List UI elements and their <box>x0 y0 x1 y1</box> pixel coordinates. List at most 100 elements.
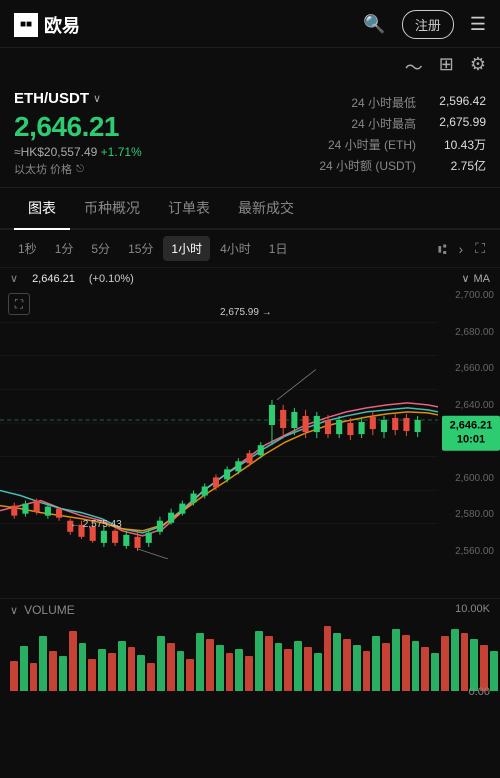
tf-15m[interactable]: 15分 <box>120 236 161 261</box>
tf-5m[interactable]: 5分 <box>83 236 118 261</box>
volume-bar <box>79 643 87 691</box>
indicator-icon[interactable]: ⑆ <box>433 237 451 261</box>
tab-chart[interactable]: 图表 <box>14 188 70 228</box>
tab-overview[interactable]: 币种概况 <box>70 188 154 228</box>
volume-bar <box>59 656 67 691</box>
stat-low-value: 2,596.42 <box>426 94 486 111</box>
y-label-8: 2,560.00 <box>438 547 494 557</box>
volume-bar <box>235 649 243 691</box>
volume-bar <box>490 651 498 691</box>
volume-bar <box>108 653 116 691</box>
tf-4h[interactable]: 4小时 <box>212 236 259 261</box>
volume-bar <box>98 649 106 691</box>
chart-area: ∨ 2,646.21 (+0.10%) ∨ MA ⛶ <box>0 268 500 598</box>
stat-row: 24 小时最高 2,675.99 <box>351 115 486 132</box>
volume-label: VOLUME <box>24 603 75 617</box>
stat-high-label: 24 小时最高 <box>351 115 416 132</box>
volume-bar <box>255 631 263 691</box>
volume-bar <box>314 653 322 691</box>
volume-bar <box>470 639 478 691</box>
volume-bar <box>304 647 312 691</box>
chart-info-row: ∨ 2,646.21 (+0.10%) ∨ MA <box>0 268 500 289</box>
sub-header: 〜 ⊞ ⚙ <box>0 48 500 86</box>
volume-chevron: ∨ <box>10 604 18 617</box>
volume-top-value: 10.00K <box>455 603 490 615</box>
volume-bar <box>333 633 341 691</box>
tab-orderbook[interactable]: 订单表 <box>154 188 224 228</box>
stats-panel: 24 小时最低 2,596.42 24 小时最高 2,675.99 24 小时量… <box>319 90 486 177</box>
volume-section: ∨ VOLUME 10.00K 0.00 <box>0 598 500 708</box>
volume-bar <box>137 655 145 691</box>
volume-bar <box>69 631 77 691</box>
pair-name: ETH/USDT <box>14 90 89 107</box>
volume-bar <box>412 641 420 691</box>
chart-current-price: 2,646.21 <box>32 273 75 285</box>
tf-1m[interactable]: 1分 <box>47 236 82 261</box>
y-label-1: 2,700.00 <box>438 291 494 301</box>
stat-high-value: 2,675.99 <box>426 115 486 132</box>
chart-main: ⛶ <box>0 289 438 559</box>
volume-bar <box>421 647 429 691</box>
search-icon[interactable]: 🔍 <box>363 14 385 35</box>
volume-bar <box>20 646 28 691</box>
external-link-icon[interactable]: ⎋ <box>76 164 84 175</box>
tf-1s[interactable]: 1秒 <box>10 236 45 261</box>
current-price-tag: 2,646.21 10:01 <box>442 416 500 451</box>
tabs-bar: 图表 币种概况 订单表 最新成交 <box>0 188 500 230</box>
tab-trades[interactable]: 最新成交 <box>224 188 308 228</box>
y-axis: 2,700.00 2,680.00 2,660.00 2,646.21 10:0… <box>438 289 500 559</box>
candlestick-chart <box>0 289 438 559</box>
tf-1d[interactable]: 1日 <box>261 236 296 261</box>
volume-bar <box>294 641 302 691</box>
volume-bar <box>392 629 400 691</box>
volume-bar <box>196 633 204 691</box>
volume-bar <box>226 653 234 691</box>
chart-ma-toggle[interactable]: ∨ MA <box>461 272 490 285</box>
volume-bar <box>441 636 449 691</box>
volume-bar <box>265 636 273 691</box>
tf-1h[interactable]: 1小时 <box>163 236 210 261</box>
more-icon[interactable]: › <box>454 237 469 261</box>
stat-vol-usdt-label: 24 小时额 (USDT) <box>319 157 416 174</box>
volume-bar <box>177 651 185 691</box>
stat-row: 24 小时额 (USDT) 2.75亿 <box>319 157 486 174</box>
volume-bar <box>284 649 292 691</box>
volume-bar <box>147 663 155 691</box>
menu-icon[interactable]: ☰ <box>470 14 486 35</box>
main-price: 2,646.21 <box>14 111 142 143</box>
chart-expand-button[interactable]: ⛶ <box>8 293 30 315</box>
pair-dropdown-icon[interactable]: ∨ <box>93 92 101 105</box>
high-annotation: 2,675.99 → <box>220 307 272 318</box>
ma-chevron: ∨ <box>461 272 469 285</box>
volume-bar <box>118 641 126 691</box>
volume-bars <box>0 621 500 691</box>
volume-bar <box>275 643 283 691</box>
timeframe-bar: 1秒 1分 5分 15分 1小时 4小时 1日 ⑆ › ⛶ <box>0 230 500 268</box>
logo: ■■ 欧易 <box>14 12 80 38</box>
stat-vol-eth-label: 24 小时量 (ETH) <box>328 136 416 153</box>
price-left: ETH/USDT ∨ 2,646.21 ≈HK$20,557.49 +1.71%… <box>14 90 142 177</box>
volume-bar <box>49 651 57 691</box>
register-button[interactable]: 注册 <box>402 10 454 39</box>
pulse-icon[interactable]: 〜 <box>405 54 423 80</box>
stat-row: 24 小时量 (ETH) 10.43万 <box>328 136 486 153</box>
fullscreen-icon[interactable]: ⛶ <box>470 236 490 261</box>
settings-icon[interactable]: ⚙ <box>470 54 486 80</box>
y-label-3: 2,660.00 <box>438 364 494 374</box>
chart-current-pct: (+0.10%) <box>89 273 134 285</box>
volume-bar <box>343 639 351 691</box>
header-actions: 🔍 注册 ☰ <box>363 10 486 39</box>
volume-bar <box>363 651 371 691</box>
ci-chevron: ∨ <box>10 272 18 285</box>
grid-icon[interactable]: ⊞ <box>439 54 454 80</box>
pair-row: ETH/USDT ∨ <box>14 90 142 107</box>
volume-bar <box>480 645 488 691</box>
stat-vol-usdt-value: 2.75亿 <box>426 157 486 174</box>
chain-label: 以太坊 价格 ⎋ <box>14 161 142 177</box>
volume-bar <box>157 636 165 691</box>
volume-bar <box>10 661 18 691</box>
y-label-7: 2,580.00 <box>438 510 494 520</box>
low-annotation: ← 2,575.43 <box>70 519 122 530</box>
volume-bar <box>451 629 459 691</box>
volume-bar <box>128 647 136 691</box>
